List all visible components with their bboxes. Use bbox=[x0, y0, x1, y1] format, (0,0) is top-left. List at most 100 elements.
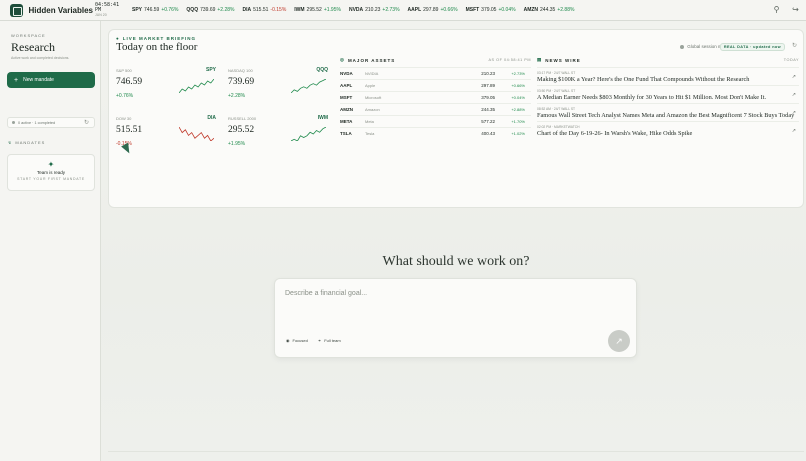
mandates-label: MANDATES bbox=[15, 140, 46, 145]
ticker-symbol: DIA bbox=[242, 7, 252, 13]
ticker-symbol: AMZN bbox=[523, 7, 539, 13]
mode-full-label: Full team bbox=[324, 338, 341, 343]
asset-symbol: AAPL bbox=[340, 83, 353, 88]
asset-change: +1.70% bbox=[511, 119, 525, 124]
tile-label: RUSSELL 2000 bbox=[228, 116, 257, 121]
news-headline[interactable]: Making $100K a Year? Here's the One Fund… bbox=[537, 76, 799, 83]
logout-icon[interactable]: ↪ bbox=[791, 5, 800, 14]
ticker-item[interactable]: IWM 295.52 +1.95% bbox=[294, 7, 341, 13]
assets-asof: AS OF 04:58:41 PM bbox=[488, 58, 531, 62]
asset-symbol: MSFT bbox=[340, 95, 353, 100]
news-item[interactable]: 03:50 PM · 24/7 WALL ST A Median Earner … bbox=[537, 85, 799, 103]
asset-price: 577.22 bbox=[481, 119, 495, 124]
index-tile[interactable]: S&P 500 SPY 746.59 +0.76% bbox=[113, 63, 217, 107]
clock: 04:58:41 PM JUN 20 bbox=[95, 2, 127, 18]
ticker-item[interactable]: MSFT 379.05 +0.04% bbox=[466, 7, 516, 13]
briefing-refresh-icon[interactable]: ↻ bbox=[792, 42, 797, 49]
external-link-icon[interactable]: ↗ bbox=[792, 92, 796, 98]
ticker-change: +0.66% bbox=[440, 7, 458, 13]
ticker-symbol: SPY bbox=[132, 7, 143, 13]
ticker-item[interactable]: DIA 515.51 -0.15% bbox=[243, 7, 287, 13]
new-mandate-button[interactable]: + New mandate bbox=[7, 72, 95, 88]
sparkle-icon: ✦ bbox=[47, 160, 55, 169]
asset-name: Meta bbox=[365, 119, 374, 124]
tile-label: DOW 30 bbox=[116, 116, 132, 121]
asset-row[interactable]: AAPL Apple 297.89 +0.66% bbox=[340, 79, 531, 91]
tile-change: +2.28% bbox=[228, 93, 246, 99]
goal-input[interactable]: Describe a financial goal... bbox=[285, 290, 367, 297]
ticker-value: 379.05 bbox=[481, 7, 497, 13]
external-link-icon[interactable]: ↗ bbox=[792, 74, 796, 80]
sparkline-path bbox=[179, 127, 214, 141]
mode-focused[interactable]: ◉ Focused bbox=[286, 338, 308, 343]
sparkline-path bbox=[291, 79, 326, 93]
asset-row[interactable]: MSFT Microsoft 379.05 +0.04% bbox=[340, 91, 531, 103]
asset-row[interactable]: AMZN Amazon 244.35 +2.88% bbox=[340, 103, 531, 115]
tile-value: 746.59 bbox=[116, 77, 143, 87]
ticker-change: -0.15% bbox=[270, 7, 287, 13]
news-wire-panel: ▤ NEWS WIRE TODAY 03:17 PM · 24/7 WALL S… bbox=[537, 57, 799, 139]
newspaper-icon: ▤ bbox=[537, 57, 543, 62]
index-tile[interactable]: RUSSELL 2000 IWM 295.52 +1.95% bbox=[225, 111, 329, 155]
main-area: ● LIVE MARKET BRIEFING Today on the floo… bbox=[101, 21, 806, 461]
asset-row[interactable]: NVDA NVIDIA 210.23 +2.73% bbox=[340, 67, 531, 79]
refresh-icon[interactable]: ↻ bbox=[84, 119, 89, 126]
asset-symbol: META bbox=[340, 119, 353, 124]
workspace-title: Research bbox=[11, 40, 55, 54]
clock-date: JUN 20 bbox=[95, 12, 107, 17]
news-label: NEWS WIRE bbox=[545, 57, 581, 63]
news-meta: 02:02 PM · MARKETWATCH bbox=[537, 125, 580, 129]
ticker-change: +2.28% bbox=[217, 7, 235, 13]
asset-name: Apple bbox=[365, 83, 376, 88]
news-headline[interactable]: Famous Wall Street Tech Analyst Names Me… bbox=[537, 112, 799, 119]
asset-row[interactable]: META Meta 577.22 +1.70% bbox=[340, 115, 531, 127]
external-link-icon[interactable]: ↗ bbox=[792, 110, 796, 116]
ticker-value: 297.89 bbox=[423, 7, 439, 13]
workspace-subtitle: Active work and completed decisions. bbox=[11, 56, 70, 60]
sidebar: WORKSPACE Research Active work and compl… bbox=[0, 21, 101, 461]
arrow-up-right-icon: ↗ bbox=[615, 336, 623, 346]
news-headline[interactable]: A Median Earner Needs $803 Monthly for 3… bbox=[537, 94, 799, 101]
news-item[interactable]: 08:52 AM · 24/7 WALL ST Famous Wall Stre… bbox=[537, 103, 799, 121]
asset-price: 297.89 bbox=[481, 83, 495, 88]
team-icon: ⚭ bbox=[317, 338, 322, 343]
asset-row[interactable]: TSLA Tesla 400.43 +1.02% bbox=[340, 127, 531, 139]
asset-symbol: TSLA bbox=[340, 131, 352, 136]
tile-symbol: QQQ bbox=[316, 67, 328, 73]
ticker-symbol: AAPL bbox=[407, 7, 422, 13]
mode-focused-label: Focused bbox=[292, 338, 308, 343]
index-tile[interactable]: NASDAQ 100 QQQ 739.69 +2.28% bbox=[225, 63, 329, 107]
monitor-dot-icon bbox=[680, 44, 685, 49]
team-ready-text: Team is ready bbox=[36, 170, 65, 175]
asset-symbol: NVDA bbox=[340, 71, 353, 76]
news-headline[interactable]: Chart of the Day 6-19-26- In Warsh's Wak… bbox=[537, 130, 799, 137]
goal-composer: Describe a financial goal... ◉ Focused ⚭… bbox=[274, 278, 637, 358]
asset-change: +2.88% bbox=[511, 107, 525, 112]
logo-icon bbox=[10, 3, 23, 17]
ticker-item[interactable]: AMZN 244.35 +2.88% bbox=[524, 7, 575, 13]
tile-label: NASDAQ 100 bbox=[228, 68, 253, 73]
ticker-value: 210.23 bbox=[365, 7, 381, 13]
ticker-item[interactable]: NVDA 210.23 +2.73% bbox=[349, 7, 400, 13]
pin-icon[interactable]: ⚲ bbox=[772, 5, 781, 14]
asset-change: +2.73% bbox=[511, 71, 525, 76]
ticker-item[interactable]: QQQ 739.69 +2.28% bbox=[186, 7, 234, 13]
team-ready-sub: START YOUR FIRST MANDATE bbox=[17, 177, 85, 181]
ticker-change: +0.76% bbox=[161, 7, 179, 13]
mode-full-team[interactable]: ⚭ Full team bbox=[318, 338, 341, 343]
tile-symbol: DIA bbox=[207, 115, 216, 121]
news-item[interactable]: 03:17 PM · 24/7 WALL ST Making $100K a Y… bbox=[537, 67, 799, 85]
mandate-status: 0 active · 1 completed ↻ bbox=[7, 117, 95, 128]
tile-value: 295.52 bbox=[228, 125, 255, 135]
brand[interactable]: Hidden Variables bbox=[0, 3, 93, 17]
asset-change: +0.66% bbox=[511, 83, 525, 88]
news-item[interactable]: 02:02 PM · MARKETWATCH Chart of the Day … bbox=[537, 121, 799, 139]
external-link-icon[interactable]: ↗ bbox=[792, 128, 796, 134]
ticker-item[interactable]: AAPL 297.89 +0.66% bbox=[408, 7, 458, 13]
news-header: ▤ NEWS WIRE TODAY bbox=[537, 57, 799, 63]
ticker-item[interactable]: SPY 746.59 +0.76% bbox=[132, 7, 178, 13]
news-today: TODAY bbox=[783, 58, 799, 62]
sparkline bbox=[291, 79, 326, 93]
send-button[interactable]: ↗ bbox=[608, 330, 630, 352]
ticker-change: +2.73% bbox=[382, 7, 400, 13]
